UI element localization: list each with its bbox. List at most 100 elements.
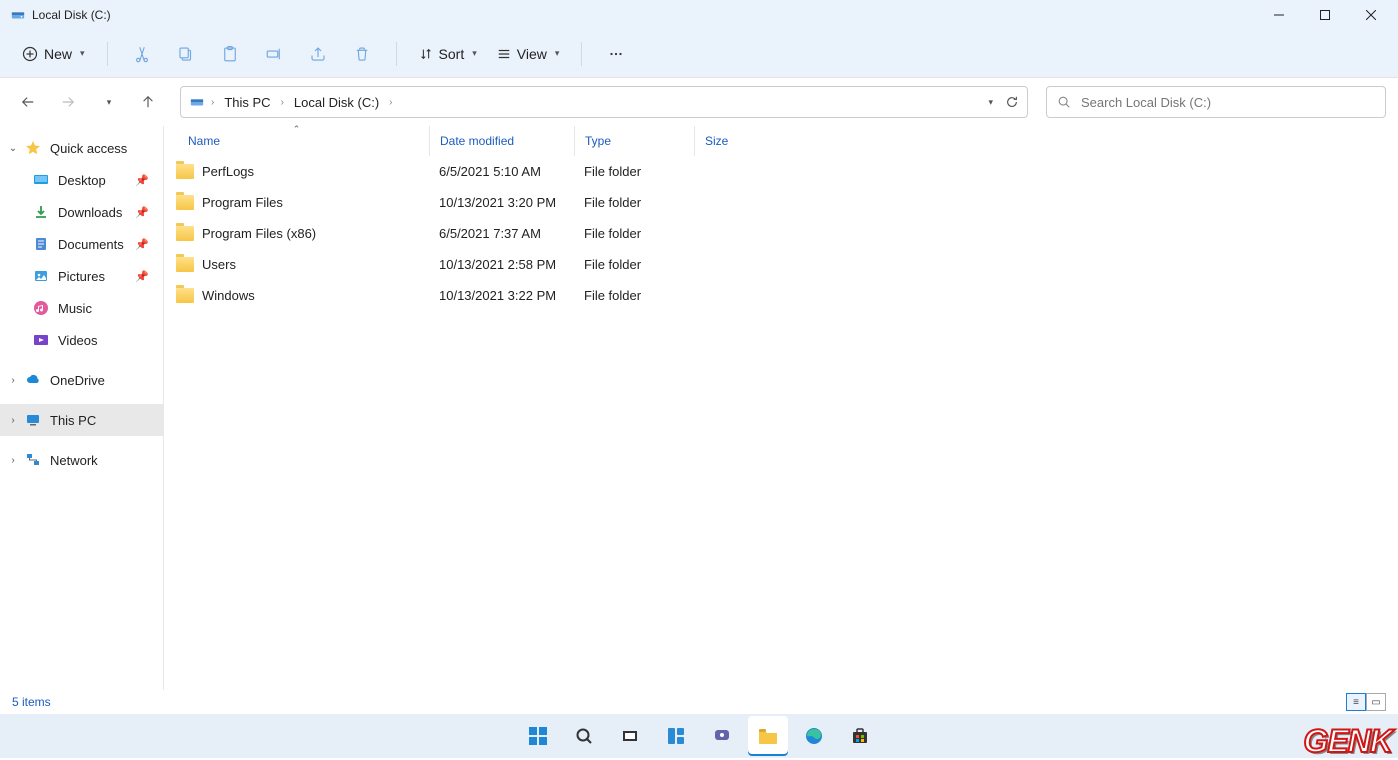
quick-access-label: Quick access [50, 141, 127, 156]
recent-dropdown[interactable]: ▾ [92, 86, 124, 118]
sidebar-thispc[interactable]: › This PC [0, 404, 163, 436]
sidebar-item-label: Desktop [58, 173, 106, 188]
pin-icon: 📌 [135, 174, 157, 187]
sidebar-item-label: Pictures [58, 269, 105, 284]
chevron-down-icon: ▾ [555, 48, 560, 59]
icons-view-button[interactable]: ▭ [1366, 693, 1386, 711]
breadcrumb-sep[interactable]: › [389, 97, 392, 108]
share-button[interactable] [298, 36, 338, 72]
rename-button[interactable] [254, 36, 294, 72]
file-type: File folder [574, 226, 694, 241]
new-button[interactable]: New ▾ [14, 42, 93, 66]
desktop-icon [32, 171, 50, 189]
details-view-button[interactable]: ≡ [1346, 693, 1366, 711]
chevron-down-icon[interactable]: ⌄ [6, 143, 20, 154]
cut-button[interactable] [122, 36, 162, 72]
watermark: GENK [1304, 723, 1392, 760]
chevron-down-icon: ▾ [80, 48, 85, 59]
folder-icon [176, 257, 194, 272]
file-rows: PerfLogs6/5/2021 5:10 AMFile folderProgr… [164, 156, 1398, 690]
taskbar-search[interactable] [564, 716, 604, 756]
copy-button[interactable] [166, 36, 206, 72]
taskbar-store[interactable] [840, 716, 880, 756]
sidebar-item-downloads[interactable]: Downloads 📌 [0, 196, 163, 228]
new-label: New [44, 46, 72, 62]
network-label: Network [50, 453, 98, 468]
address-dropdown[interactable]: ▾ [988, 97, 993, 108]
maximize-button[interactable] [1302, 0, 1348, 30]
taskbar-widgets[interactable] [656, 716, 696, 756]
search-input[interactable] [1081, 95, 1375, 110]
taskbar-chat[interactable] [702, 716, 742, 756]
table-row[interactable]: Program Files (x86) 6/5/2021 7:37 AMFile … [164, 218, 1398, 249]
file-date: 6/5/2021 7:37 AM [429, 226, 574, 241]
column-type[interactable]: Type [574, 126, 694, 156]
pin-icon: 📌 [135, 206, 157, 219]
paste-button[interactable] [210, 36, 250, 72]
table-row[interactable]: PerfLogs6/5/2021 5:10 AMFile folder [164, 156, 1398, 187]
taskbar-explorer[interactable] [748, 716, 788, 756]
folder-icon [176, 226, 194, 241]
breadcrumb-localdisk[interactable]: Local Disk (C:) [290, 93, 383, 112]
address-bar[interactable]: › This PC › Local Disk (C:) › ▾ [180, 86, 1028, 118]
taskbar-taskview[interactable] [610, 716, 650, 756]
folder-icon [176, 288, 194, 303]
sidebar-quick-access[interactable]: ⌄ Quick access [0, 132, 163, 164]
file-name: PerfLogs [202, 164, 254, 179]
breadcrumb-sep[interactable]: › [281, 97, 284, 108]
main: ⌄ Quick access Desktop 📌 Downloads 📌 Doc… [0, 126, 1398, 690]
column-headers: ⌃ Name Date modified Type Size [164, 126, 1398, 156]
sidebar-item-documents[interactable]: Documents 📌 [0, 228, 163, 260]
pin-icon: 📌 [135, 270, 157, 283]
table-row[interactable]: Windows10/13/2021 3:22 PMFile folder [164, 280, 1398, 311]
chevron-right-icon[interactable]: › [6, 455, 20, 466]
chevron-right-icon[interactable]: › [6, 375, 20, 386]
refresh-button[interactable] [1005, 95, 1019, 109]
search-box[interactable] [1046, 86, 1386, 118]
file-name: Program Files (x86) [202, 226, 316, 241]
chevron-right-icon[interactable]: › [6, 415, 20, 426]
delete-button[interactable] [342, 36, 382, 72]
sidebar-item-pictures[interactable]: Pictures 📌 [0, 260, 163, 292]
close-button[interactable] [1348, 0, 1394, 30]
file-name: Windows [202, 288, 255, 303]
sidebar-network[interactable]: › Network [0, 444, 163, 476]
view-button[interactable]: View ▾ [489, 42, 568, 66]
disk-icon [189, 95, 205, 109]
thispc-label: This PC [50, 413, 96, 428]
cloud-icon [24, 371, 42, 389]
up-button[interactable] [132, 86, 164, 118]
file-type: File folder [574, 257, 694, 272]
sidebar-item-desktop[interactable]: Desktop 📌 [0, 164, 163, 196]
sort-asc-icon: ⌃ [293, 124, 301, 135]
sidebar-onedrive[interactable]: › OneDrive [0, 364, 163, 396]
file-type: File folder [574, 195, 694, 210]
sidebar-item-videos[interactable]: Videos [0, 324, 163, 356]
column-date[interactable]: Date modified [429, 126, 574, 156]
minimize-button[interactable] [1256, 0, 1302, 30]
more-button[interactable] [596, 36, 636, 72]
taskbar-edge[interactable] [794, 716, 834, 756]
column-size[interactable]: Size [694, 126, 774, 156]
breadcrumb-sep[interactable]: › [211, 97, 214, 108]
start-button[interactable] [518, 716, 558, 756]
file-date: 10/13/2021 2:58 PM [429, 257, 574, 272]
sort-button[interactable]: Sort ▾ [411, 42, 485, 66]
sidebar-item-label: Documents [58, 237, 124, 252]
sidebar-item-label: Videos [58, 333, 98, 348]
table-row[interactable]: Program Files10/13/2021 3:20 PMFile fold… [164, 187, 1398, 218]
search-icon [1057, 95, 1071, 109]
breadcrumb-thispc[interactable]: This PC [220, 93, 274, 112]
view-toggles: ≡ ▭ [1346, 693, 1386, 711]
separator [581, 42, 582, 66]
taskbar: GENK [0, 714, 1398, 758]
sort-label: Sort [439, 46, 465, 62]
folder-icon [176, 164, 194, 179]
back-button[interactable] [12, 86, 44, 118]
table-row[interactable]: Users10/13/2021 2:58 PMFile folder [164, 249, 1398, 280]
view-label: View [517, 46, 547, 62]
sidebar-item-music[interactable]: Music [0, 292, 163, 324]
documents-icon [32, 235, 50, 253]
forward-button[interactable] [52, 86, 84, 118]
column-name[interactable]: ⌃ Name [164, 126, 429, 156]
